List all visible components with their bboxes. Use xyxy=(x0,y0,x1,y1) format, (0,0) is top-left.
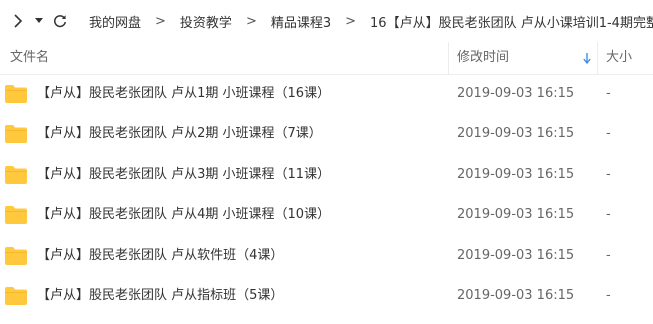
file-size: - xyxy=(606,207,611,223)
breadcrumb-item-label[interactable]: 精品课程3 xyxy=(271,12,331,31)
breadcrumb-item: 我的网盘 > xyxy=(89,12,180,31)
file-name[interactable]: 【卢从】股民老张团队 卢从指标班（5课） xyxy=(37,276,283,316)
column-header-size[interactable]: 大小 xyxy=(597,42,653,74)
file-modified-date: 2019-09-03 16:15 xyxy=(457,287,575,303)
file-size: - xyxy=(606,86,611,101)
forward-button[interactable] xyxy=(13,11,23,31)
caret-down-icon xyxy=(35,18,43,23)
column-header-name[interactable]: 文件名 xyxy=(10,42,49,74)
breadcrumb: 我的网盘 > 投资教学 > 精品课程3 >16【卢从】股民老张团队 卢从小课培训1-4期完… xyxy=(89,12,653,31)
folder-icon xyxy=(5,85,27,103)
folder-icon xyxy=(5,165,27,184)
folder-icon xyxy=(5,286,27,305)
folder-icon xyxy=(5,125,27,144)
file-name[interactable]: 【卢从】股民老张团队 卢从4期 小班课程（10课） xyxy=(37,195,330,235)
toolbar: 我的网盘 > 投资教学 > 精品课程3 >16【卢从】股民老张团队 卢从小课培训1-4期完… xyxy=(0,0,653,42)
file-size: - xyxy=(606,166,611,182)
file-row[interactable]: 【卢从】股民老张团队 卢从2期 小班课程（7课） 2019-09-03 16:15… xyxy=(0,114,653,154)
file-modified-date: 2019-09-03 16:15 xyxy=(457,247,575,263)
file-row[interactable]: 【卢从】股民老张团队 卢从指标班（5课） 2019-09-03 16:15 - xyxy=(0,276,653,316)
column-header-size-label: 大小 xyxy=(606,50,633,65)
file-list-header: 文件名 修改时间 大小 xyxy=(0,42,653,75)
folder-icon xyxy=(5,246,27,265)
refresh-button[interactable] xyxy=(53,11,67,31)
folder-icon xyxy=(5,206,27,225)
file-modified-date: 2019-09-03 16:15 xyxy=(457,207,575,223)
file-row[interactable]: 【卢从】股民老张团队 卢从软件班（4课） 2019-09-03 16:15 - xyxy=(0,236,653,276)
column-header-date[interactable]: 修改时间 xyxy=(448,42,597,74)
breadcrumb-separator-icon[interactable]: > xyxy=(246,14,257,29)
breadcrumb-item: 精品课程3 > xyxy=(271,12,370,31)
file-name[interactable]: 【卢从】股民老张团队 卢从2期 小班课程（7课） xyxy=(37,114,322,154)
column-header-date-label: 修改时间 xyxy=(457,50,510,65)
refresh-icon xyxy=(54,15,67,28)
file-row[interactable]: 【卢从】股民老张团队 卢从1期 小班课程（16课） 2019-09-03 16:1… xyxy=(0,74,653,114)
file-size: - xyxy=(606,247,611,263)
file-modified-date: 2019-09-03 16:15 xyxy=(457,86,575,101)
chevron-right-icon xyxy=(14,14,23,28)
breadcrumb-item-label[interactable]: 投资教学 xyxy=(180,12,232,31)
file-row[interactable]: 【卢从】股民老张团队 卢从4期 小班课程（10课） 2019-09-03 16:1… xyxy=(0,195,653,235)
breadcrumb-item: 16【卢从】股民老张团队 卢从小课培训1-4期完整版> xyxy=(370,12,653,31)
history-dropdown-button[interactable] xyxy=(35,11,43,31)
breadcrumb-item: 投资教学 > xyxy=(180,12,271,31)
file-name[interactable]: 【卢从】股民老张团队 卢从1期 小班课程（16课） xyxy=(37,74,330,114)
breadcrumb-item-label[interactable]: 我的网盘 xyxy=(89,12,141,31)
sort-down-icon xyxy=(583,53,591,64)
file-size: - xyxy=(606,126,611,142)
breadcrumb-item-label[interactable]: 16【卢从】股民老张团队 卢从小课培训1-4期完整版 xyxy=(370,12,653,31)
breadcrumb-separator-icon[interactable]: > xyxy=(345,14,356,29)
file-size: - xyxy=(606,287,611,303)
file-row[interactable]: 【卢从】股民老张团队 卢从3期 小班课程（11课） 2019-09-03 16:1… xyxy=(0,155,653,195)
file-name[interactable]: 【卢从】股民老张团队 卢从3期 小班课程（11课） xyxy=(37,155,330,195)
file-modified-date: 2019-09-03 16:15 xyxy=(457,126,575,142)
file-modified-date: 2019-09-03 16:15 xyxy=(457,166,575,182)
file-name[interactable]: 【卢从】股民老张团队 卢从软件班（4课） xyxy=(37,236,283,276)
file-list: 【卢从】股民老张团队 卢从1期 小班课程（16课） 2019-09-03 16:1… xyxy=(0,74,653,316)
breadcrumb-separator-icon[interactable]: > xyxy=(155,14,166,29)
